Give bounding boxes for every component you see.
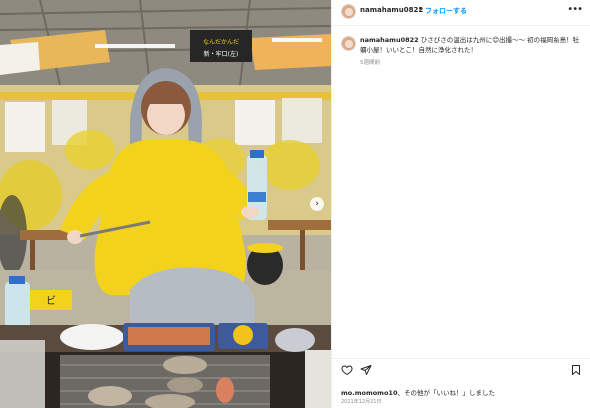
caption: namahamu0822 ひさびさの温出は九州に😊出撮〜〜 初の福岡糸島！牡蠣小… (360, 36, 582, 55)
divider (332, 25, 590, 26)
liked-by-text: 、その他が「いいね！」しました (397, 389, 495, 397)
post-photo[interactable]: なんだかんだ 新・牢口(左) ビ › (0, 0, 331, 408)
post-date[interactable]: 2021年12月21日 (341, 398, 381, 405)
next-photo-button[interactable]: › (310, 197, 324, 211)
liked-by: mo.momomo10、その他が「いいね！」しました (341, 387, 495, 397)
separator-dot: • (418, 5, 423, 13)
caption-avatar[interactable] (341, 36, 356, 51)
chevron-right-icon: › (315, 199, 319, 209)
heart-icon[interactable] (341, 364, 353, 376)
caption-username[interactable]: namahamu0822 (360, 36, 419, 44)
post-header: namahamu0822 • フォローする ••• (332, 0, 590, 24)
caption-timestamp: 5週間前 (360, 60, 380, 66)
paper-plane-icon[interactable] (360, 364, 372, 376)
post-side-panel: namahamu0822 • フォローする ••• namahamu0822 ひ… (331, 0, 590, 408)
action-bar (332, 364, 590, 380)
photo-scene: なんだかんだ 新・牢口(左) ビ (0, 0, 331, 408)
banner-text-bottom: 新・牢口(左) (204, 50, 239, 58)
instagram-post: なんだかんだ 新・牢口(左) ビ › namahamu0822 • フォローする… (0, 0, 590, 408)
banner-text-top: なんだかんだ (203, 39, 239, 46)
avatar[interactable] (341, 4, 356, 19)
liked-by-user[interactable]: mo.momomo10 (341, 389, 397, 397)
more-options-icon[interactable]: ••• (567, 4, 583, 15)
header-username[interactable]: namahamu0822 (360, 6, 423, 14)
bookmark-icon[interactable] (570, 364, 582, 376)
plate-sign-text: ビ (46, 295, 56, 307)
divider (332, 358, 590, 359)
follow-button[interactable]: フォローする (425, 6, 467, 16)
